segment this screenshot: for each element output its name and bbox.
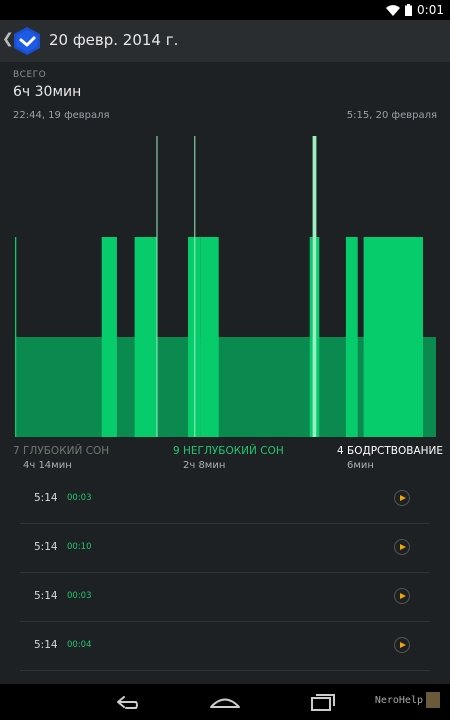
- event-time: 5:14: [34, 541, 58, 553]
- light-sleep-segment: [15, 237, 17, 437]
- event-time: 5:14: [34, 492, 58, 504]
- action-bar: ❮ 20 февр. 2014 г.: [0, 20, 450, 62]
- event-list: 5:14 00:03 5:14 00:10 5:14 00:03 5:14 00…: [20, 475, 430, 671]
- recent-apps-icon[interactable]: [298, 688, 348, 716]
- navigation-bar: NeroHelp: [0, 684, 450, 720]
- play-icon: [400, 495, 406, 501]
- light-sleep-segment: [101, 237, 117, 437]
- total-label: ВСЕГО: [13, 70, 47, 80]
- event-time: 5:14: [34, 590, 58, 602]
- status-bar: 0:01: [0, 0, 450, 20]
- battery-icon: [405, 4, 413, 16]
- status-time: 0:01: [417, 3, 444, 17]
- play-icon: [400, 642, 406, 648]
- status-icons: 0:01: [386, 2, 444, 18]
- watermark-figure-icon: [426, 692, 440, 708]
- light-sleep-segment: [345, 237, 358, 437]
- legend-deep-label: ГЛУБОКИЙ СОН: [23, 445, 110, 457]
- play-button[interactable]: [394, 637, 410, 653]
- legend-awake-count: 4: [337, 445, 344, 457]
- legend-deep-count: 7: [13, 445, 20, 457]
- chart-end-time: 5:15, 20 февраля: [346, 110, 437, 121]
- legend-light-time: 2ч 8мин: [183, 460, 226, 471]
- sleep-chart: [15, 136, 436, 437]
- app-logo-icon[interactable]: [12, 26, 42, 56]
- awake-sleep-segment: [312, 136, 317, 437]
- legend-awake-label: БОДРСТВОВАНИЕ: [347, 445, 444, 457]
- event-duration: 00:03: [67, 591, 92, 601]
- light-sleep-segment: [188, 237, 201, 437]
- event-row: 5:14 00:03: [20, 573, 430, 622]
- event-duration: 00:10: [67, 542, 92, 552]
- event-row: 5:14 00:04: [20, 622, 430, 671]
- watermark: NeroHelp: [375, 692, 440, 708]
- play-button[interactable]: [394, 490, 410, 506]
- total-value: 6ч 30мин: [13, 84, 82, 100]
- light-sleep-segment: [134, 237, 157, 437]
- watermark-text: NeroHelp: [374, 694, 423, 706]
- home-icon[interactable]: [200, 688, 250, 716]
- event-duration: 00:04: [67, 640, 92, 650]
- play-icon: [400, 544, 406, 550]
- legend-deep-time: 4ч 14мин: [23, 460, 72, 471]
- legend-light-count: 9: [173, 445, 180, 457]
- awake-sleep-segment: [156, 136, 158, 437]
- legend-light: 9 НЕГЛУБОКИЙ СОН: [173, 445, 284, 457]
- legend-deep: 7 ГЛУБОКИЙ СОН: [13, 445, 109, 457]
- play-button[interactable]: [394, 539, 410, 555]
- legend-awake: 4 БОДРСТВОВАНИЕ: [337, 445, 443, 457]
- light-sleep-segment: [200, 237, 219, 437]
- light-sleep-segment: [363, 237, 423, 437]
- play-button[interactable]: [394, 588, 410, 604]
- page-title: 20 февр. 2014 г.: [49, 31, 179, 49]
- legend-awake-time: 6мин: [347, 460, 374, 471]
- event-time: 5:14: [34, 639, 58, 651]
- play-icon: [400, 593, 406, 599]
- back-icon[interactable]: [104, 688, 154, 716]
- light-sleep-segment: [309, 237, 313, 437]
- chart-start-time: 22:44, 19 февраля: [13, 110, 110, 121]
- wifi-icon: [386, 4, 401, 16]
- event-row: 5:14 00:10: [20, 524, 430, 573]
- event-duration: 00:03: [67, 493, 92, 503]
- legend-light-label: НЕГЛУБОКИЙ СОН: [183, 445, 284, 457]
- light-sleep-segment: [316, 237, 320, 437]
- awake-sleep-segment: [194, 136, 196, 437]
- event-row: 5:14 00:03: [20, 475, 430, 524]
